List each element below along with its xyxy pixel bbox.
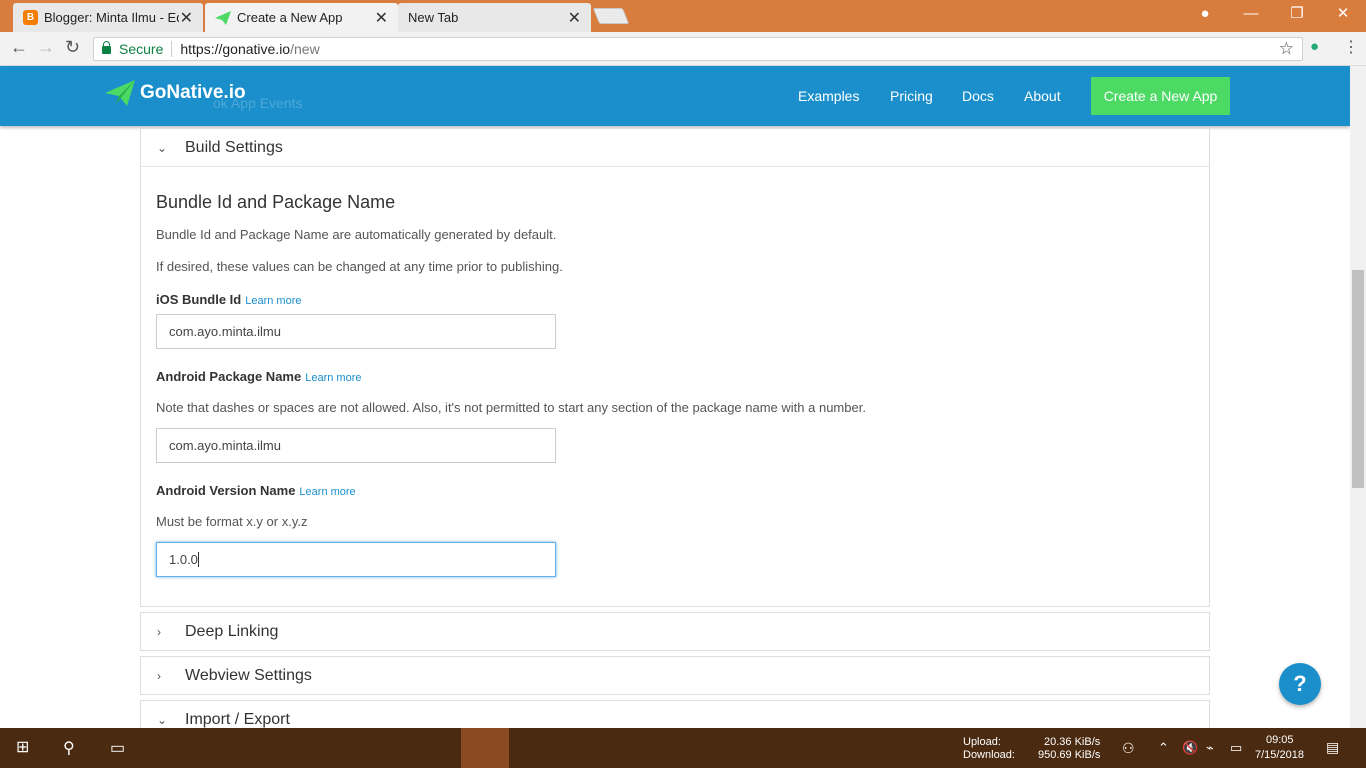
tab-create-app[interactable]: Create a New App ✕ <box>205 3 398 32</box>
notification-icon[interactable]: ▤ <box>1326 739 1339 756</box>
minimize-button[interactable]: — <box>1228 0 1274 30</box>
hidden-section-label: ok App Events <box>213 95 303 111</box>
tab-label: New Tab <box>408 10 459 25</box>
tab-blogger[interactable]: B Blogger: Minta Ilmu - Edit ✕ <box>13 3 203 32</box>
download-value: 950.69 KiB/s <box>1038 749 1101 761</box>
bundle-desc-1: Bundle Id and Package Name are automatic… <box>156 227 557 242</box>
taskbar-chrome-app[interactable] <box>461 728 509 768</box>
gonative-icon <box>215 10 231 25</box>
nav-pricing[interactable]: Pricing <box>890 88 933 104</box>
build-settings-header[interactable]: ⌄ Build Settings <box>141 129 1209 167</box>
close-window-button[interactable]: ✕ <box>1320 0 1366 30</box>
tab-label: Create a New App <box>237 10 343 25</box>
lock-icon <box>102 41 111 54</box>
close-tab-icon[interactable]: ✕ <box>180 8 193 28</box>
volume-muted-icon[interactable]: 🔇 <box>1182 740 1198 756</box>
network-icon[interactable]: ⌁ <box>1206 740 1214 756</box>
upload-label: Upload: <box>963 736 1001 748</box>
section-title: Bundle Id and Package Name <box>156 192 396 212</box>
webview-settings-panel[interactable]: › Webview Settings <box>140 656 1210 695</box>
help-button[interactable]: ? <box>1279 663 1321 705</box>
back-arrow-icon[interactable]: ← <box>10 37 28 58</box>
search-icon[interactable]: ⚲ <box>63 738 75 758</box>
nav-about[interactable]: About <box>1024 88 1061 104</box>
extension-globe-icon[interactable]: ● <box>1310 38 1319 55</box>
learn-more-link[interactable]: Learn more <box>245 295 301 307</box>
android-package-label: Android Package Name Learn more <box>156 369 362 384</box>
tab-label: Blogger: Minta Ilmu - Edit <box>44 10 179 25</box>
chevron-right-icon: › <box>157 669 161 683</box>
new-tab-button[interactable] <box>592 8 630 24</box>
clock-time[interactable]: 09:05 <box>1266 734 1294 746</box>
people-icon[interactable]: ⚇ <box>1122 740 1135 757</box>
build-settings-panel: ⌄ Build Settings Bundle Id and Package N… <box>140 128 1210 607</box>
bookmark-star-icon[interactable]: ☆ <box>1279 39 1294 59</box>
learn-more-link[interactable]: Learn more <box>299 486 355 498</box>
browser-titlebar: B Blogger: Minta Ilmu - Edit ✕ Create a … <box>0 0 1366 32</box>
task-view-icon[interactable]: ▭ <box>110 738 125 758</box>
android-package-note: Note that dashes or spaces are not allow… <box>156 400 866 415</box>
deep-linking-panel[interactable]: › Deep Linking <box>140 612 1210 651</box>
site-header: GoNative.io Examples Pricing Docs About … <box>0 66 1350 126</box>
tab-new-tab[interactable]: New Tab ✕ <box>398 3 591 32</box>
scrollbar-thumb[interactable] <box>1352 270 1364 488</box>
learn-more-link[interactable]: Learn more <box>305 372 361 384</box>
address-bar[interactable]: Secure https://gonative.io/new ☆ <box>93 37 1303 61</box>
main-content: ⌄ Build Settings Bundle Id and Package N… <box>0 126 1350 728</box>
battery-icon[interactable]: ▭ <box>1230 740 1242 756</box>
windows-taskbar: ⊞ ⚲ ▭ Upload: Download: 20.36 KiB/s 950.… <box>0 728 1366 768</box>
ios-bundle-input[interactable]: com.ayo.minta.ilmu <box>156 314 556 349</box>
ios-bundle-label: iOS Bundle Id Learn more <box>156 292 302 307</box>
address-bar-row: ← → ↻ Secure https://gonative.io/new ☆ ●… <box>0 32 1366 66</box>
download-label: Download: <box>963 749 1015 761</box>
reload-icon[interactable]: ↻ <box>65 37 80 58</box>
android-version-label: Android Version Name Learn more <box>156 483 356 498</box>
profile-icon[interactable]: ● <box>1182 0 1228 30</box>
divider <box>171 41 173 57</box>
nav-docs[interactable]: Docs <box>962 88 994 104</box>
paper-plane-icon <box>105 80 135 106</box>
android-version-input[interactable]: 1.0.0 <box>156 542 556 577</box>
android-version-note: Must be format x.y or x.y.z <box>156 514 308 529</box>
bundle-desc-2: If desired, these values can be changed … <box>156 259 563 274</box>
chevron-right-icon: › <box>157 625 161 639</box>
secure-indicator[interactable]: Secure <box>102 41 163 57</box>
forward-arrow-icon[interactable]: → <box>37 37 55 58</box>
close-tab-icon[interactable]: ✕ <box>568 8 581 28</box>
create-new-app-button[interactable]: Create a New App <box>1091 77 1230 115</box>
upload-value: 20.36 KiB/s <box>1044 736 1101 748</box>
close-tab-icon[interactable]: ✕ <box>375 8 388 28</box>
text-cursor <box>197 552 199 567</box>
import-export-panel[interactable]: ⌄ Import / Export <box>140 700 1210 728</box>
chevron-down-icon: ⌄ <box>157 713 168 727</box>
nav-examples[interactable]: Examples <box>798 88 859 104</box>
android-package-input[interactable]: com.ayo.minta.ilmu <box>156 428 556 463</box>
chevron-down-icon: ⌄ <box>157 140 168 155</box>
maximize-button[interactable]: ❐ <box>1274 0 1320 30</box>
chevron-up-icon[interactable]: ⌃ <box>1158 740 1169 756</box>
clock-date[interactable]: 7/15/2018 <box>1255 749 1304 761</box>
menu-dots-icon[interactable]: ⋮ <box>1343 37 1359 57</box>
url-text: https://gonative.io/new <box>180 41 320 57</box>
windows-start-icon[interactable]: ⊞ <box>16 737 29 757</box>
blogger-icon: B <box>23 10 38 25</box>
